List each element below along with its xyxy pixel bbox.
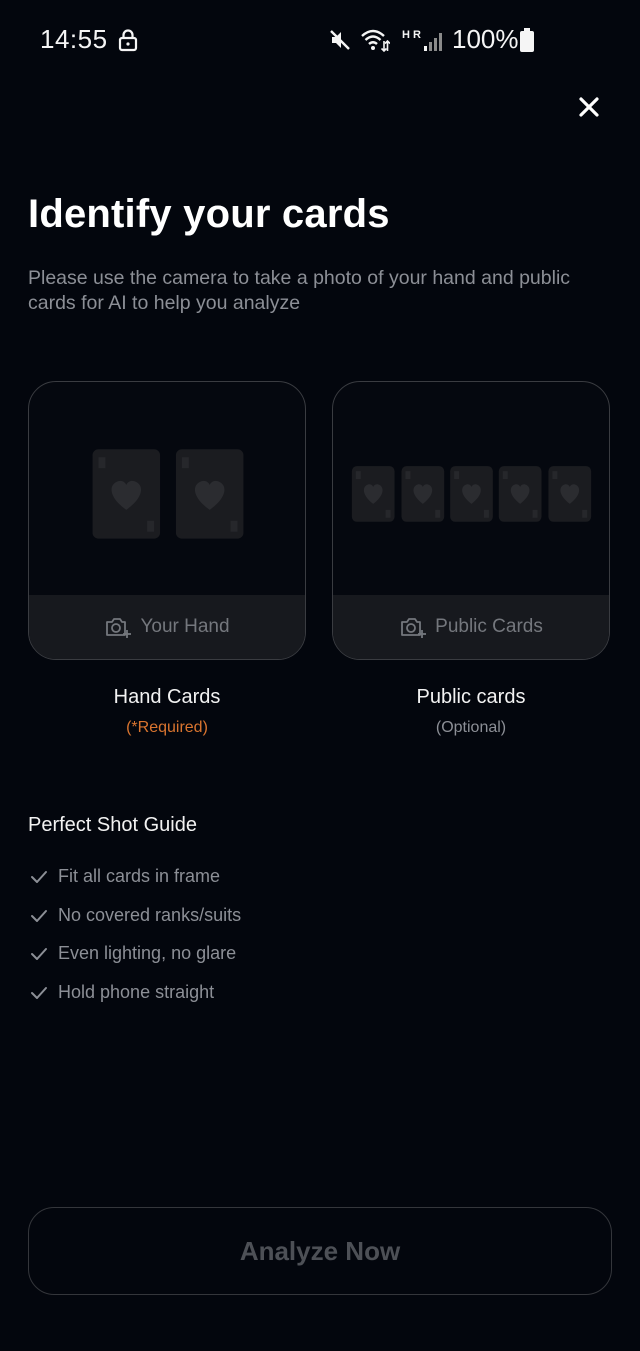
hand-cards-required-note: (*Required) xyxy=(126,719,208,736)
playing-card-icon xyxy=(498,466,542,522)
guide-item: Even lighting, no glare xyxy=(30,941,241,980)
status-bar: 14:55 H R 100% xyxy=(0,0,640,80)
check-icon xyxy=(31,871,47,883)
guide-list: Fit all cards in frame No covered ranks/… xyxy=(30,864,241,1018)
camera-icon xyxy=(106,618,132,638)
lock-icon xyxy=(118,29,138,52)
battery-percentage: 100% xyxy=(452,24,519,54)
public-cards-caption: Public cards xyxy=(416,686,526,708)
guide-item: Hold phone straight xyxy=(30,980,241,1019)
check-icon xyxy=(31,948,47,960)
guide-item: Fit all cards in frame xyxy=(30,864,241,903)
camera-icon xyxy=(401,618,427,638)
check-icon xyxy=(31,909,47,922)
public-cards-camera-button[interactable]: Public Cards xyxy=(333,595,609,659)
page-title: Identify your cards xyxy=(28,192,390,236)
guide-item-text: Even lighting, no glare xyxy=(58,943,237,963)
analyze-now-button[interactable]: Analyze Now xyxy=(28,1207,612,1295)
battery-icon xyxy=(520,28,534,52)
guide-item-text: Fit all cards in frame xyxy=(58,866,221,886)
playing-card-icon xyxy=(351,466,395,522)
hand-cards-illustration xyxy=(92,449,244,539)
public-cards-upload[interactable]: Public Cards xyxy=(332,381,610,660)
public-cards-optional-note: (Optional) xyxy=(435,719,507,736)
playing-card-icon xyxy=(450,466,493,522)
wifi-icon xyxy=(361,29,390,53)
status-time: 14:55 xyxy=(40,24,108,54)
guide-title: Perfect Shot Guide xyxy=(28,814,197,836)
playing-card-icon xyxy=(401,466,445,522)
check-icon xyxy=(31,986,47,999)
network-type-label: H R xyxy=(402,29,421,41)
your-hand-label: Your Hand xyxy=(140,616,230,637)
your-hand-camera-button[interactable]: Your Hand xyxy=(29,595,305,659)
playing-card-icon xyxy=(548,466,592,522)
page-subtitle: Please use the camera to take a photo of… xyxy=(28,267,571,314)
public-cards-illustration xyxy=(351,466,592,522)
playing-card-icon xyxy=(92,449,161,539)
guide-item-text: Hold phone straight xyxy=(58,981,215,1002)
playing-card-icon xyxy=(175,449,244,539)
public-cards-label: Public Cards xyxy=(435,616,543,637)
guide-item: No covered ranks/suits xyxy=(30,903,241,942)
signal-icon: H R xyxy=(402,29,442,51)
close-icon[interactable] xyxy=(570,88,608,126)
mute-icon xyxy=(330,30,350,50)
hand-cards-caption: Hand Cards xyxy=(113,686,221,708)
guide-item-text: No covered ranks/suits xyxy=(58,904,242,925)
hand-cards-upload[interactable]: Your Hand xyxy=(28,381,306,660)
